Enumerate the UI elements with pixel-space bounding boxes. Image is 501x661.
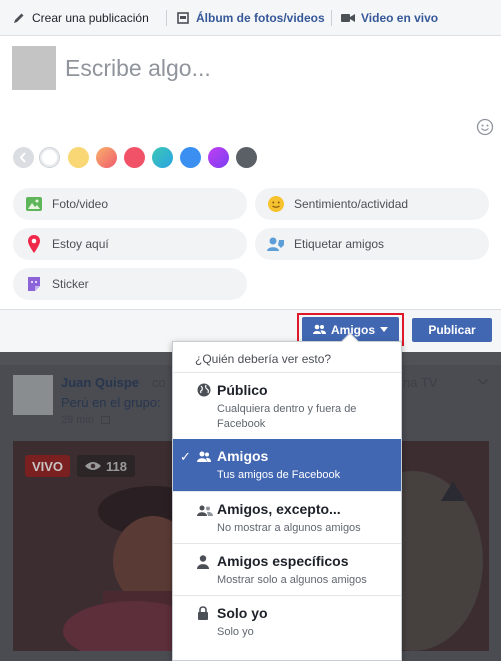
- dropdown-header: ¿Quién debería ver esto?: [195, 352, 332, 366]
- tab-divider: [166, 10, 167, 26]
- sticker-button[interactable]: Sticker: [13, 268, 247, 300]
- publish-button[interactable]: Publicar: [412, 318, 492, 342]
- viewer-count: 118: [77, 455, 135, 477]
- emoji-icon[interactable]: [476, 118, 494, 136]
- feeling-activity-button[interactable]: Sentimiento/actividad: [255, 188, 489, 220]
- option-title: Público: [217, 382, 268, 398]
- pencil-icon: [12, 11, 26, 25]
- post-header-text-end: na TV: [403, 375, 438, 390]
- option-description: Cualquiera dentro y fuera de Facebook: [217, 403, 357, 430]
- post-header-text: co: [152, 375, 166, 390]
- audience-small-icon: [101, 416, 111, 425]
- chip-label: Estoy aquí: [52, 237, 109, 251]
- tab-live-video[interactable]: Video en vivo: [341, 0, 438, 36]
- post-options-chevron-icon[interactable]: [477, 374, 489, 388]
- lock-icon: [197, 606, 211, 620]
- audience-label: Amigos: [330, 322, 375, 337]
- swatch-orange[interactable]: [96, 147, 117, 168]
- smiley-icon: [267, 195, 285, 213]
- option-title: Amigos específicos: [217, 553, 349, 569]
- tab-create-post[interactable]: Crear una publicación: [12, 0, 149, 36]
- swatch-teal[interactable]: [152, 147, 173, 168]
- globe-icon: [197, 383, 211, 397]
- swatch-blue[interactable]: [180, 147, 201, 168]
- location-pin-icon: [25, 235, 43, 253]
- post-group-line: Perú en el grupo:: [61, 395, 161, 410]
- post-time-text: 29 min: [61, 414, 95, 426]
- chip-label: Foto/video: [52, 197, 109, 211]
- viewer-count-text: 118: [106, 458, 127, 474]
- photo-video-button[interactable]: Foto/video: [13, 188, 247, 220]
- tab-label: Crear una publicación: [32, 11, 149, 25]
- post-author-avatar[interactable]: [13, 375, 53, 415]
- audience-option-public[interactable]: Público Cualquiera dentro y fuera de Fac…: [173, 372, 401, 439]
- option-title: Solo yo: [217, 605, 268, 621]
- swatch-yellow[interactable]: [68, 147, 89, 168]
- option-description: Mostrar solo a algunos amigos: [217, 574, 367, 586]
- post-author-name[interactable]: Juan Quispe: [61, 375, 139, 390]
- audience-option-friends[interactable]: ✓ Amigos Tus amigos de Facebook: [173, 439, 401, 491]
- option-description: Solo yo: [217, 626, 254, 638]
- post-timestamp[interactable]: 29 min: [61, 414, 111, 426]
- tab-label: Video en vivo: [361, 11, 439, 25]
- photo-icon: [25, 195, 43, 213]
- eye-icon: [85, 461, 101, 471]
- live-badge: VIVO: [25, 455, 70, 477]
- friends-icon: [197, 450, 211, 464]
- swatch-red[interactable]: [124, 147, 145, 168]
- check-in-button[interactable]: Estoy aquí: [13, 228, 247, 260]
- caret-down-icon: [380, 327, 388, 332]
- audience-option-friends-except[interactable]: Amigos, excepto... No mostrar a algunos …: [173, 491, 401, 543]
- tab-photo-album[interactable]: Álbum de fotos/videos: [176, 0, 325, 36]
- swatch-white[interactable]: [39, 147, 60, 168]
- compose-input[interactable]: Escribe algo...: [65, 55, 211, 82]
- checkmark-icon: ✓: [180, 449, 191, 464]
- chip-label: Etiquetar amigos: [294, 237, 385, 251]
- chevron-left-icon: [19, 152, 26, 163]
- tab-label: Álbum de fotos/videos: [196, 11, 325, 25]
- video-camera-icon: [341, 11, 355, 25]
- avatar: [12, 46, 56, 90]
- audience-option-only-me[interactable]: Solo yo Solo yo: [173, 595, 401, 647]
- friends-icon: [312, 324, 326, 335]
- option-description: Tus amigos de Facebook: [217, 469, 341, 481]
- person-icon: [197, 555, 211, 569]
- sticker-icon: [25, 275, 43, 293]
- chip-label: Sticker: [52, 277, 89, 291]
- swatch-back-button[interactable]: [13, 147, 34, 168]
- swatch-purple[interactable]: [208, 147, 229, 168]
- option-title: Amigos: [217, 448, 269, 464]
- tab-divider: [331, 10, 332, 26]
- composer-tabs: Crear una publicación Álbum de fotos/vid…: [0, 0, 501, 36]
- friends-except-icon: [197, 504, 213, 518]
- photo-album-icon: [176, 11, 190, 25]
- audience-option-specific-friends[interactable]: Amigos específicos Mostrar solo a alguno…: [173, 543, 401, 595]
- tag-friends-button[interactable]: Etiquetar amigos: [255, 228, 489, 260]
- tag-friends-icon: [267, 235, 285, 253]
- swatch-dark[interactable]: [236, 147, 257, 168]
- option-title: Amigos, excepto...: [217, 501, 341, 517]
- chip-label: Sentimiento/actividad: [294, 197, 409, 211]
- option-description: No mostrar a algunos amigos: [217, 522, 361, 534]
